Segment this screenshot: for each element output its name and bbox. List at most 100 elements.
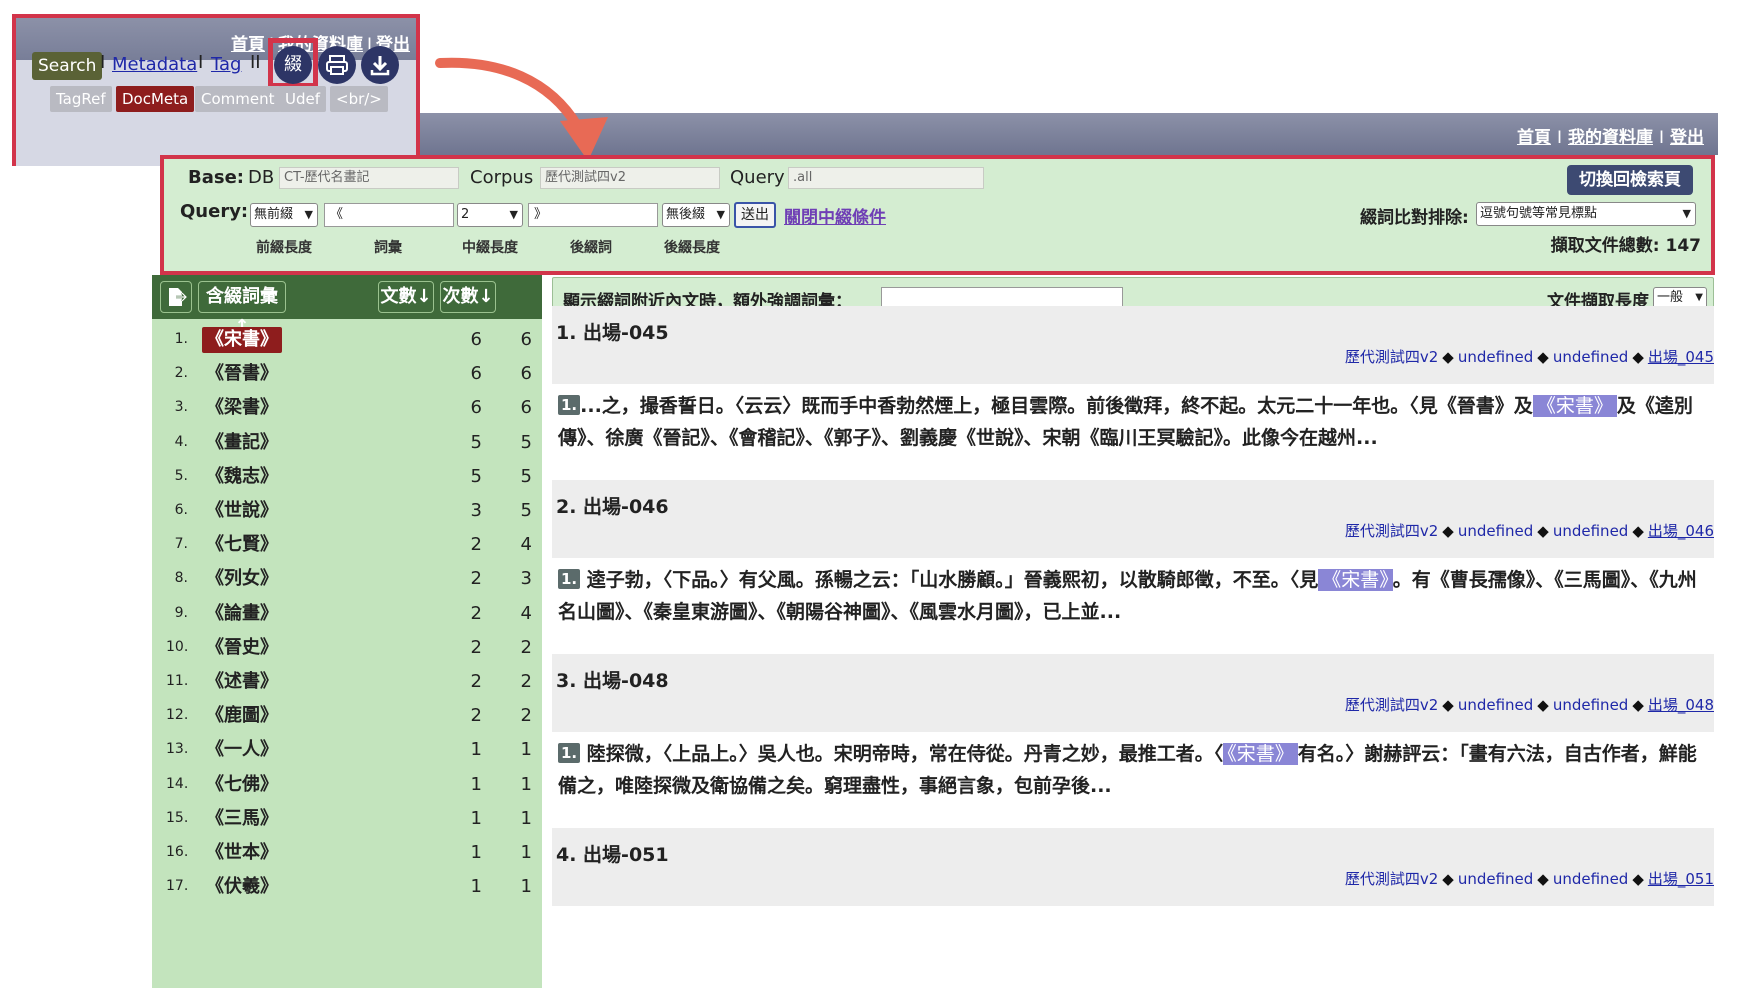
result-title: 3. 出場-048 — [556, 670, 669, 692]
chip-udef[interactable]: Udef — [279, 86, 327, 112]
table-row[interactable]: 2. 《晉書》 6 6 — [152, 357, 542, 391]
my-database-link[interactable]: 我的資料庫 — [1568, 128, 1653, 148]
table-row[interactable]: 4. 《畫記》 5 5 — [152, 426, 542, 460]
doc-link[interactable]: 出場_045 — [1648, 348, 1714, 366]
query-field: .all — [788, 167, 984, 189]
table-row[interactable]: 14. 《七佛》 1 1 — [152, 768, 542, 802]
doc-link[interactable]: 出場_046 — [1648, 522, 1714, 540]
row-term[interactable]: 《宋書》 — [202, 327, 282, 353]
row-occurrence-count: 1 — [520, 739, 532, 761]
row-occurrence-count: 1 — [520, 876, 532, 898]
row-doc-count: 6 — [470, 397, 482, 419]
snippet-text-before: 陸探微，〈上品上。〉吳人也。宋明帝時，常在侍從。丹青之妙，最推工者。〈 — [580, 743, 1224, 765]
row-doc-count: 1 — [470, 842, 482, 863]
chip-tagref[interactable]: TagRef — [50, 86, 112, 112]
result-title: 4. 出場-051 — [556, 844, 669, 866]
length-select-value: 一般 — [1657, 290, 1684, 305]
table-row[interactable]: 10. 《晉史》 2 2 — [152, 631, 542, 665]
row-number: 16. — [166, 844, 189, 860]
row-term[interactable]: 《晉史》 — [202, 635, 282, 661]
affix-icon[interactable]: 綴 — [274, 46, 312, 84]
chip-comment[interactable]: Comment — [195, 86, 281, 112]
table-row[interactable]: 9. 《論畫》 2 4 — [152, 597, 542, 631]
separator: I — [100, 52, 106, 73]
chip-br[interactable]: <br/> — [330, 86, 388, 112]
row-doc-count: 6 — [470, 363, 482, 385]
export-icon[interactable] — [160, 281, 192, 313]
suffix-select[interactable]: 無後綴 ▼ — [662, 203, 730, 227]
table-row[interactable]: 7. 《七賢》 2 4 — [152, 528, 542, 562]
switch-to-search-button[interactable]: 切換回檢索頁 — [1567, 165, 1693, 195]
result-header: 2. 出場-046 歷代測試四v2 ◆ undefined ◆ undefined ◆ 出場_… — [552, 480, 1714, 558]
row-occurrence-count: 5 — [520, 431, 532, 453]
table-row[interactable]: 5. 《魏志》 5 5 — [152, 460, 542, 494]
row-term[interactable]: 《述書》 — [202, 669, 282, 695]
snippet-badge: 1. — [558, 395, 581, 415]
middle-length-select[interactable]: 2 ▼ — [457, 203, 523, 227]
meta-field: undefined — [1457, 522, 1534, 540]
inset-toolbar: Search I Metadata I Tag II 綴 TagRef DocM… — [16, 38, 416, 166]
doc-link[interactable]: 出場_051 — [1648, 870, 1714, 888]
prefix-select[interactable]: 無前綴 ▼ — [250, 203, 318, 227]
result-header: 4. 出場-051 歷代測試四v2 ◆ undefined ◆ undefined ◆ 出場_… — [552, 828, 1714, 906]
row-number: 6. — [174, 502, 188, 518]
table-row[interactable]: 6. 《世說》 3 5 — [152, 494, 542, 528]
term-input[interactable]: 《 — [324, 203, 454, 227]
table-row[interactable]: 8. 《列女》 2 3 — [152, 562, 542, 596]
table-row[interactable]: 1. 《宋書》 6 6 — [152, 323, 542, 357]
row-term[interactable]: 《魏志》 — [202, 464, 282, 490]
hint-suffix: 後綴詞 — [570, 240, 612, 256]
row-term[interactable]: 《世本》 — [202, 840, 282, 866]
table-row[interactable]: 13. 《一人》 1 1 — [152, 733, 542, 767]
meta-corpus: 歷代測試四v2 — [1344, 348, 1439, 366]
row-term[interactable]: 《世說》 — [202, 498, 282, 524]
row-number: 1. — [174, 331, 188, 347]
row-term[interactable]: 《七賢》 — [202, 532, 282, 558]
metadata-link[interactable]: Metadata — [112, 54, 197, 75]
table-row[interactable]: 3. 《梁書》 6 6 — [152, 391, 542, 425]
sort-term-button[interactable]: 含綴詞彙↑ — [198, 281, 286, 337]
submit-button[interactable]: 送出 — [734, 202, 776, 228]
print-icon[interactable] — [318, 46, 356, 84]
result-title: 2. 出場-046 — [556, 496, 669, 518]
chip-docmeta[interactable]: DocMeta — [116, 86, 195, 112]
row-term[interactable]: 《七佛》 — [202, 772, 282, 798]
table-row[interactable]: 17. 《伏羲》 1 1 — [152, 870, 542, 904]
search-button[interactable]: Search — [32, 52, 103, 80]
row-term[interactable]: 《鹿圖》 — [202, 703, 282, 729]
snippet-text-before: ...之，撮香誓日。〈云云〉既而手中香勃然煙上，極目雲際。前後徵拜，終不起。太元… — [580, 395, 1533, 417]
suffix-select-value: 無後綴 — [666, 207, 706, 222]
meta-corpus: 歷代測試四v2 — [1344, 522, 1439, 540]
table-row[interactable]: 16. 《世本》 1 1 — [152, 836, 542, 870]
row-occurrence-count: 5 — [520, 500, 532, 521]
row-term[interactable]: 《論畫》 — [202, 601, 282, 627]
table-row[interactable]: 15. 《三馬》 1 1 — [152, 802, 542, 836]
exclude-label: 綴詞比對排除: — [1360, 208, 1469, 228]
row-term[interactable]: 《一人》 — [202, 737, 282, 763]
row-occurrence-count: 2 — [520, 671, 532, 692]
row-doc-count: 6 — [470, 329, 482, 350]
tag-link[interactable]: Tag — [211, 54, 241, 75]
exclude-select[interactable]: 逗號句號等常見標點 ▼ — [1476, 202, 1696, 226]
row-term[interactable]: 《畫記》 — [202, 430, 282, 456]
suffix-input[interactable]: 》 — [528, 203, 658, 227]
download-icon[interactable] — [361, 46, 399, 84]
row-term[interactable]: 《三馬》 — [202, 806, 282, 832]
row-doc-count: 1 — [470, 807, 482, 829]
row-term[interactable]: 《伏羲》 — [202, 874, 282, 900]
meta-field: undefined — [1457, 870, 1534, 888]
row-term[interactable]: 《梁書》 — [202, 395, 282, 421]
row-term[interactable]: 《晉書》 — [202, 361, 282, 387]
sort-docs-button[interactable]: 文數↓ — [378, 281, 434, 313]
logout-link[interactable]: 登出 — [1670, 128, 1704, 148]
row-term[interactable]: 《列女》 — [202, 566, 282, 592]
corpus-field: 歷代測試四v2 — [540, 167, 720, 189]
doc-link[interactable]: 出場_048 — [1648, 696, 1714, 714]
close-infix-link[interactable]: 關閉中綴條件 — [784, 203, 886, 228]
row-number: 3. — [174, 399, 188, 416]
table-row[interactable]: 12. 《鹿圖》 2 2 — [152, 699, 542, 733]
sort-count-button[interactable]: 次數↓ — [440, 281, 496, 313]
table-row[interactable]: 11. 《述書》 2 2 — [152, 665, 542, 699]
home-link[interactable]: 首頁 — [1517, 128, 1551, 148]
result-snippet: 1. 陸探微，〈上品上。〉吳人也。宋明帝時，常在侍從。丹青之妙，最推工者。〈 《宋… — [558, 738, 1708, 802]
